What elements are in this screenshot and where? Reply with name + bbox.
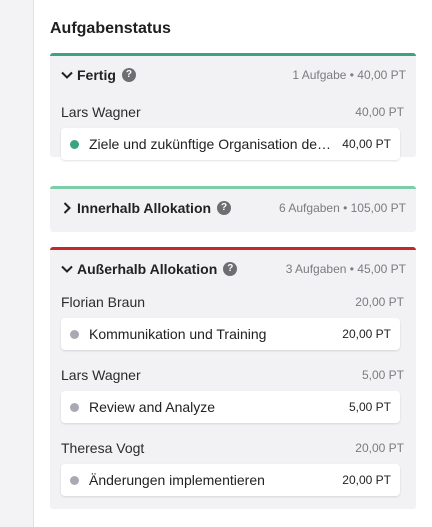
task-title: Review and Analyze xyxy=(89,399,216,415)
task-title: Ziele und zukünftige Organisation defini… xyxy=(89,136,332,152)
assignee-name: Florian Braun xyxy=(61,294,146,310)
status-group-ausserhalb-allokation: Außerhalb Allokation ? 3 Aufgaben • 45,0… xyxy=(50,247,416,509)
task-title: Änderungen implementieren xyxy=(89,472,265,488)
group-name: Außerhalb Allokation xyxy=(77,261,218,277)
group-header-fertig[interactable]: Fertig ? 1 Aufgabe • 40,00 PT xyxy=(50,56,416,94)
assignee-name: Lars Wagner xyxy=(61,367,141,383)
group-summary: 1 Aufgabe • 40,00 PT xyxy=(292,68,406,82)
assignee-row: Lars Wagner 5,00 PT xyxy=(50,361,416,389)
chevron-down-icon[interactable] xyxy=(60,262,74,276)
task-status-panel: Aufgabenstatus Fertig ? 1 Aufgabe • 40,0… xyxy=(34,0,432,527)
group-summary: 3 Aufgaben • 45,00 PT xyxy=(285,262,406,276)
task-card[interactable]: Änderungen implementieren 20,00 PT xyxy=(61,464,400,496)
chevron-down-icon[interactable] xyxy=(60,68,74,82)
assignee-name: Theresa Vogt xyxy=(61,440,145,456)
task-card[interactable]: Review and Analyze 5,00 PT xyxy=(61,391,400,423)
task-points: 20,00 PT xyxy=(342,327,391,341)
status-dot-icon xyxy=(70,329,79,339)
assignee-points: 5,00 PT xyxy=(361,368,404,382)
left-sidebar-strip xyxy=(0,0,34,527)
group-summary: 6 Aufgaben • 105,00 PT xyxy=(279,201,406,215)
task-card[interactable]: Kommunikation und Training 20,00 PT xyxy=(61,318,400,350)
chevron-right-icon[interactable] xyxy=(60,201,74,215)
help-icon[interactable]: ? xyxy=(121,68,136,82)
help-icon[interactable]: ? xyxy=(223,262,238,276)
assignee-name: Lars Wagner xyxy=(61,104,141,120)
task-points: 20,00 PT xyxy=(342,473,391,487)
help-icon[interactable]: ? xyxy=(217,201,232,215)
status-group-fertig: Fertig ? 1 Aufgabe • 40,00 PT Lars Wagne… xyxy=(50,53,416,160)
assignee-points: 40,00 PT xyxy=(355,105,404,119)
status-dot-icon xyxy=(70,139,79,149)
group-name: Fertig xyxy=(77,67,116,83)
task-points: 5,00 PT xyxy=(348,400,391,414)
panel-title: Aufgabenstatus xyxy=(50,20,171,37)
assignee-points: 20,00 PT xyxy=(355,441,404,455)
status-dot-icon xyxy=(70,402,79,412)
group-name: Innerhalb Allokation xyxy=(77,200,212,216)
status-dot-icon xyxy=(70,475,79,485)
group-header-innerhalb-allokation[interactable]: Innerhalb Allokation ? 6 Aufgaben • 105,… xyxy=(50,189,416,227)
assignee-row: Florian Braun 20,00 PT xyxy=(50,288,416,316)
group-header-ausserhalb-allokation[interactable]: Außerhalb Allokation ? 3 Aufgaben • 45,0… xyxy=(50,250,416,288)
status-group-innerhalb-allokation: Innerhalb Allokation ? 6 Aufgaben • 105,… xyxy=(50,186,416,232)
assignee-row: Theresa Vogt 20,00 PT xyxy=(50,434,416,462)
task-card[interactable]: Ziele und zukünftige Organisation defini… xyxy=(61,128,400,160)
assignee-points: 20,00 PT xyxy=(355,295,404,309)
task-title: Kommunikation und Training xyxy=(89,326,267,342)
assignee-row: Lars Wagner 40,00 PT xyxy=(50,98,416,126)
task-points: 40,00 PT xyxy=(342,137,391,151)
